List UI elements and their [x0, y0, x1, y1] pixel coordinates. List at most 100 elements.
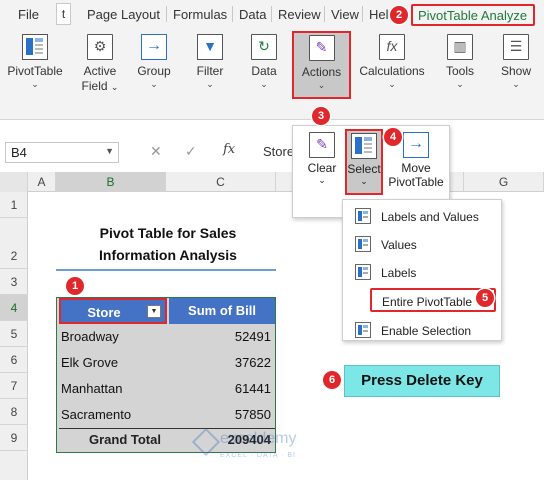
data-button[interactable]: ↻ Data ⌄ — [244, 34, 284, 89]
formula-bar: B4 ▼ ✕ ✓ fx Store — [0, 134, 544, 166]
step-badge-6: 6 — [323, 371, 341, 389]
select-button[interactable]: Select ⌄ — [345, 129, 383, 195]
enter-icon[interactable]: ✓ — [185, 143, 197, 160]
table-row[interactable]: Manhattan 61441 — [59, 376, 275, 402]
column-header[interactable]: C — [166, 172, 276, 192]
tab-formulas[interactable]: Formulas — [173, 7, 227, 22]
tab-review[interactable]: Review — [278, 7, 321, 22]
tools-icon: ▥ — [447, 34, 473, 60]
move-label-line2: PivotTable — [388, 175, 444, 189]
show-button[interactable]: ☰ Show ⌄ — [496, 34, 536, 89]
row-header[interactable]: 8 — [0, 399, 28, 425]
store-cell: Elk Grove — [61, 355, 119, 370]
pivot-header-store[interactable]: Store ▼ — [59, 298, 167, 324]
table-row[interactable]: Sacramento 57850 — [59, 402, 275, 428]
ribbon: PivotTable ⌄ ⚙ Active Field ⌄ → Group ⌄ … — [0, 28, 544, 120]
menu-item-label: Values — [381, 238, 417, 252]
store-cell: Broadway — [61, 329, 119, 344]
row-header[interactable]: 6 — [0, 347, 28, 373]
tab-page-layout[interactable]: Page Layout — [87, 7, 160, 22]
tab-view[interactable]: View — [331, 7, 359, 22]
pivot-header-bill[interactable]: Sum of Bill — [169, 298, 275, 324]
actions-button[interactable]: ✎ Actions ⌄ — [292, 31, 351, 99]
menu-item-enable-selection[interactable]: Enable Selection — [343, 316, 501, 344]
ribbon-tab-bar: File t Page Layout Formulas Data Review … — [0, 0, 544, 28]
row-header[interactable]: 9 — [0, 425, 28, 451]
row-header[interactable]: 3 — [0, 269, 28, 295]
pivot-select-icon — [355, 322, 371, 338]
show-icon: ☰ — [503, 34, 529, 60]
select-all-corner[interactable] — [0, 172, 28, 192]
pivot-select-icon — [355, 236, 371, 252]
active-field-icon: ⚙ — [87, 34, 113, 60]
tools-button[interactable]: ▥ Tools ⌄ — [440, 34, 480, 89]
menu-item-values[interactable]: Values — [343, 230, 501, 258]
column-header[interactable]: A — [28, 172, 56, 192]
clear-button[interactable]: ✎ Clear ⌄ — [301, 132, 343, 186]
chevron-down-icon: ⌄ — [317, 80, 326, 90]
watermark-tagline: EXCEL · DATA · BI — [220, 452, 296, 459]
active-field-label-line1: Active — [83, 64, 117, 78]
tab-divider — [362, 6, 363, 22]
sheet-title[interactable]: Pivot Table for Sales Information Analys… — [60, 222, 276, 266]
store-cell: Sacramento — [61, 407, 132, 422]
tab-help[interactable]: Hel — [369, 7, 389, 22]
clear-label: Clear — [307, 161, 337, 175]
select-submenu: Labels and Values Values Labels Entire P… — [342, 199, 502, 341]
select-icon — [351, 133, 377, 159]
tab-scroll-button[interactable]: t — [56, 3, 71, 25]
menu-item-labels[interactable]: Labels — [343, 258, 501, 286]
name-box[interactable]: B4 ▼ — [5, 142, 119, 163]
tab-file[interactable]: File — [18, 7, 39, 22]
step-badge-5: 5 — [476, 289, 494, 307]
menu-item-label: Labels and Values — [381, 210, 479, 224]
refresh-data-icon: ↻ — [251, 34, 277, 60]
eraser-icon: ✎ — [315, 39, 328, 55]
chevron-down-icon: ⌄ — [318, 175, 326, 185]
row-header[interactable]: 5 — [0, 321, 28, 347]
pivottable-button[interactable]: PivotTable ⌄ — [6, 34, 64, 89]
formula-input[interactable]: Store — [263, 144, 294, 159]
move-icon: → — [403, 132, 429, 158]
chevron-down-icon: ⌄ — [110, 82, 119, 92]
move-label-line1: Move — [401, 161, 431, 175]
title-underline — [56, 269, 276, 271]
row-header[interactable]: 4 — [0, 295, 28, 321]
calculations-button[interactable]: fx Calculations ⌄ — [358, 34, 426, 89]
chevron-down-icon: ⌄ — [260, 79, 268, 89]
tab-pivottable-analyze[interactable]: PivotTable Analyze — [411, 4, 535, 26]
actions-icon: ✎ — [308, 35, 335, 61]
filter-button[interactable]: ▼ Filter ⌄ — [190, 34, 230, 89]
calculations-label: Calculations — [359, 64, 425, 78]
calculations-icon: fx — [379, 34, 405, 60]
actions-label: Actions — [301, 65, 342, 79]
filter-label: Filter — [196, 64, 224, 78]
step-badge-4: 4 — [384, 128, 402, 146]
row-header[interactable]: 1 — [0, 192, 28, 218]
column-header[interactable]: G — [464, 172, 544, 192]
active-field-label-text: Field — [81, 79, 108, 93]
chart-icon: ▥ — [453, 38, 467, 54]
grand-total-label: Grand Total — [89, 432, 161, 447]
insert-function-icon[interactable]: fx — [223, 142, 235, 157]
step-badge-1: 1 — [66, 277, 84, 295]
group-icon: → — [141, 34, 167, 60]
table-row[interactable]: Broadway 52491 — [59, 324, 275, 350]
menu-item-label: Enable Selection — [381, 324, 472, 338]
chevron-down-icon[interactable]: ▼ — [105, 146, 114, 156]
chevron-down-icon: ⌄ — [206, 79, 214, 89]
table-row[interactable]: Elk Grove 37622 — [59, 350, 275, 376]
tab-data[interactable]: Data — [239, 7, 266, 22]
column-header[interactable]: B — [56, 172, 166, 192]
group-button[interactable]: → Group ⌄ — [134, 34, 174, 89]
pivottable-label: PivotTable — [7, 64, 63, 78]
active-field-button[interactable]: ⚙ Active Field ⌄ — [74, 34, 126, 95]
cancel-icon[interactable]: ✕ — [150, 143, 162, 160]
row-header[interactable]: 2 — [0, 218, 28, 269]
row-header[interactable]: 7 — [0, 373, 28, 399]
menu-item-labels-and-values[interactable]: Labels and Values — [343, 202, 501, 230]
filter-dropdown-icon[interactable]: ▼ — [147, 305, 161, 318]
data-label: Data — [251, 64, 277, 78]
chevron-down-icon: ⌄ — [31, 79, 39, 89]
refresh-icon: ↻ — [258, 38, 270, 54]
